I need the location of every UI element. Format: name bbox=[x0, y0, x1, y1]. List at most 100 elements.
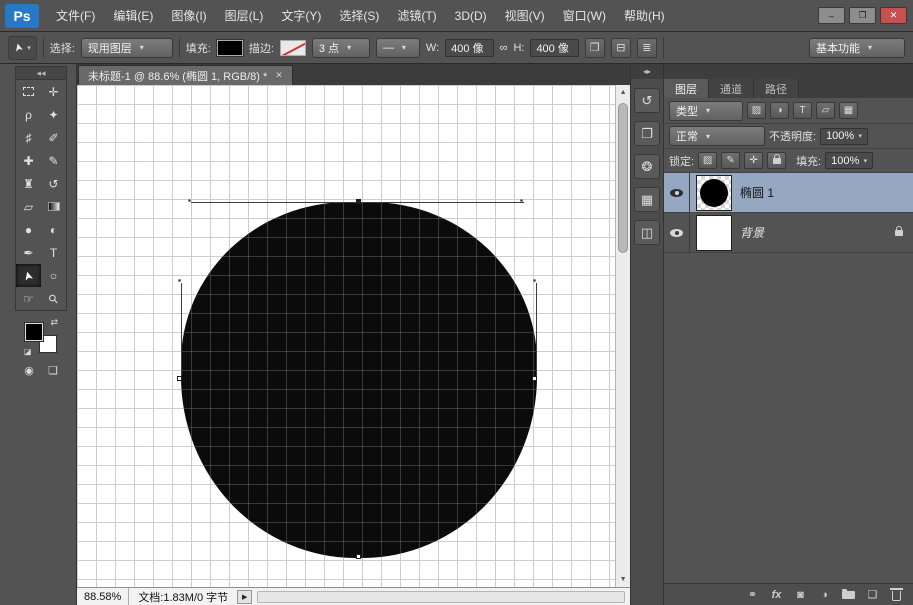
visibility-toggle[interactable] bbox=[664, 173, 690, 212]
menu-select[interactable]: 选择(S) bbox=[330, 0, 388, 31]
scroll-down-icon[interactable] bbox=[616, 573, 630, 586]
layer-thumbnail[interactable] bbox=[696, 175, 732, 211]
menu-edit[interactable]: 编辑(E) bbox=[104, 0, 162, 31]
lasso-tool[interactable]: ρ bbox=[16, 103, 41, 126]
foreground-color-swatch[interactable] bbox=[25, 323, 43, 341]
color-panel-icon[interactable]: ❂ bbox=[634, 154, 660, 179]
control-point[interactable] bbox=[178, 279, 181, 282]
dodge-tool[interactable]: ◐ bbox=[41, 218, 66, 241]
close-tab-icon[interactable]: ✕ bbox=[275, 70, 283, 81]
opacity-field[interactable]: 100% bbox=[820, 128, 868, 145]
layer-name[interactable]: 椭圆 1 bbox=[740, 184, 774, 201]
magic-wand-tool[interactable]: ✦ bbox=[41, 103, 66, 126]
tab-layers[interactable]: 图层 bbox=[664, 79, 709, 98]
healing-brush-tool[interactable]: ✚ bbox=[16, 149, 41, 172]
quick-mask-icon[interactable]: ◉ bbox=[19, 361, 39, 379]
menu-file[interactable]: 文件(F) bbox=[47, 0, 104, 31]
zoom-level[interactable]: 88.58% bbox=[77, 588, 129, 605]
lock-position-icon[interactable]: ✛ bbox=[744, 152, 763, 169]
adjustments-panel-icon[interactable]: ◫ bbox=[634, 220, 660, 245]
menu-filter[interactable]: 滤镜(T) bbox=[388, 0, 445, 31]
move-tool[interactable]: ✛ bbox=[41, 80, 66, 103]
ellipse-tool[interactable]: ○ bbox=[41, 264, 66, 287]
delete-layer-icon[interactable] bbox=[890, 588, 903, 601]
adjustment-layer-icon[interactable]: ◑ bbox=[818, 589, 831, 601]
toolbox-collapse-icon[interactable]: ◂◂ bbox=[15, 66, 67, 79]
eyedropper-tool[interactable]: ✐ bbox=[41, 126, 66, 149]
tab-paths[interactable]: 路径 bbox=[754, 79, 799, 98]
menu-window[interactable]: 窗口(W) bbox=[554, 0, 615, 31]
properties-panel-icon[interactable]: ❐ bbox=[634, 121, 660, 146]
layer-style-icon[interactable]: fx bbox=[770, 589, 783, 601]
scroll-up-icon[interactable] bbox=[616, 86, 630, 99]
crop-tool[interactable]: ♯ bbox=[16, 126, 41, 149]
hand-tool[interactable]: ☞ bbox=[16, 287, 41, 310]
menu-layer[interactable]: 图层(L) bbox=[216, 0, 273, 31]
path-selection-tool[interactable]: ➤ bbox=[16, 264, 41, 287]
select-scope-dropdown[interactable]: 现用图层 bbox=[81, 38, 173, 58]
shape-width-field[interactable]: 400 像 bbox=[445, 39, 493, 57]
workspace-dropdown[interactable]: 基本功能 bbox=[809, 38, 905, 58]
lock-transparency-icon[interactable]: ▨ bbox=[698, 152, 717, 169]
shape-height-field[interactable]: 400 像 bbox=[530, 39, 578, 57]
default-colors-icon[interactable]: ◪ bbox=[24, 347, 32, 356]
close-button[interactable]: ✕ bbox=[880, 7, 907, 24]
link-dimensions-icon[interactable]: ∞ bbox=[500, 42, 508, 54]
add-mask-icon[interactable]: ◙ bbox=[794, 589, 807, 601]
layer-row-background[interactable]: 背景 bbox=[664, 213, 913, 253]
menu-type[interactable]: 文字(Y) bbox=[272, 0, 330, 31]
layer-thumbnail[interactable] bbox=[696, 215, 732, 251]
gradient-tool[interactable] bbox=[41, 195, 66, 218]
horizontal-scrollbar[interactable] bbox=[257, 591, 625, 603]
canvas[interactable] bbox=[77, 85, 615, 587]
control-point[interactable] bbox=[520, 199, 523, 202]
history-panel-icon[interactable]: ↺ bbox=[634, 88, 660, 113]
blend-mode-dropdown[interactable]: 正常 bbox=[669, 126, 765, 146]
control-point[interactable] bbox=[533, 279, 536, 282]
path-operations-icon[interactable]: ❐ bbox=[585, 38, 605, 58]
filter-shape-icon[interactable]: ▱ bbox=[816, 102, 835, 119]
brush-tool[interactable]: ✎ bbox=[41, 149, 66, 172]
layer-filter-dropdown[interactable]: 类型 bbox=[669, 101, 743, 121]
filter-type-icon[interactable]: T bbox=[793, 102, 812, 119]
anchor-bottom[interactable] bbox=[356, 554, 361, 559]
stroke-width-dropdown[interactable]: 3 点 bbox=[312, 38, 370, 58]
rectangular-marquee-tool[interactable] bbox=[16, 80, 41, 103]
control-point[interactable] bbox=[188, 199, 191, 202]
stroke-style-dropdown[interactable]: — bbox=[376, 38, 420, 58]
menu-3d[interactable]: 3D(D) bbox=[446, 0, 496, 31]
stroke-color-swatch[interactable] bbox=[280, 40, 306, 56]
eraser-tool[interactable]: ▱ bbox=[16, 195, 41, 218]
menu-image[interactable]: 图像(I) bbox=[162, 0, 215, 31]
minimize-button[interactable]: – bbox=[818, 7, 845, 24]
anchor-right[interactable] bbox=[532, 376, 537, 381]
layer-fill-field[interactable]: 100% bbox=[825, 152, 873, 169]
lock-all-icon[interactable] bbox=[767, 152, 786, 169]
tab-channels[interactable]: 通道 bbox=[709, 79, 754, 98]
menu-help[interactable]: 帮助(H) bbox=[615, 0, 674, 31]
layer-name[interactable]: 背景 bbox=[740, 224, 764, 241]
pen-tool[interactable]: ✒ bbox=[16, 241, 41, 264]
type-tool[interactable]: T bbox=[41, 241, 66, 264]
vertical-scrollbar[interactable] bbox=[615, 85, 630, 587]
filter-smart-object-icon[interactable]: ▦ bbox=[839, 102, 858, 119]
swap-colors-icon[interactable]: ⇄ bbox=[50, 317, 58, 328]
expand-panels-icon[interactable]: ◂▸ bbox=[631, 64, 663, 79]
link-layers-icon[interactable]: ⚭ bbox=[746, 588, 759, 601]
fill-color-swatch[interactable] bbox=[217, 40, 243, 56]
layer-row-ellipse[interactable]: 椭圆 1 bbox=[664, 173, 913, 213]
ellipse-shape[interactable] bbox=[181, 202, 537, 558]
new-group-icon[interactable] bbox=[842, 591, 855, 599]
new-layer-icon[interactable]: ❑ bbox=[866, 588, 879, 601]
visibility-toggle[interactable] bbox=[664, 213, 690, 252]
filter-pixel-icon[interactable]: ▨ bbox=[747, 102, 766, 119]
filter-adjustment-icon[interactable]: ◑ bbox=[770, 102, 789, 119]
vertical-scrollbar-thumb[interactable] bbox=[618, 103, 628, 253]
blur-tool[interactable]: ● bbox=[16, 218, 41, 241]
swatches-panel-icon[interactable]: ▦ bbox=[634, 187, 660, 212]
history-brush-tool[interactable]: ↺ bbox=[41, 172, 66, 195]
status-popup-icon[interactable] bbox=[237, 590, 252, 604]
anchor-top[interactable] bbox=[356, 199, 361, 204]
anchor-left[interactable] bbox=[177, 376, 182, 381]
path-arrange-icon[interactable]: ≣ bbox=[637, 38, 657, 58]
